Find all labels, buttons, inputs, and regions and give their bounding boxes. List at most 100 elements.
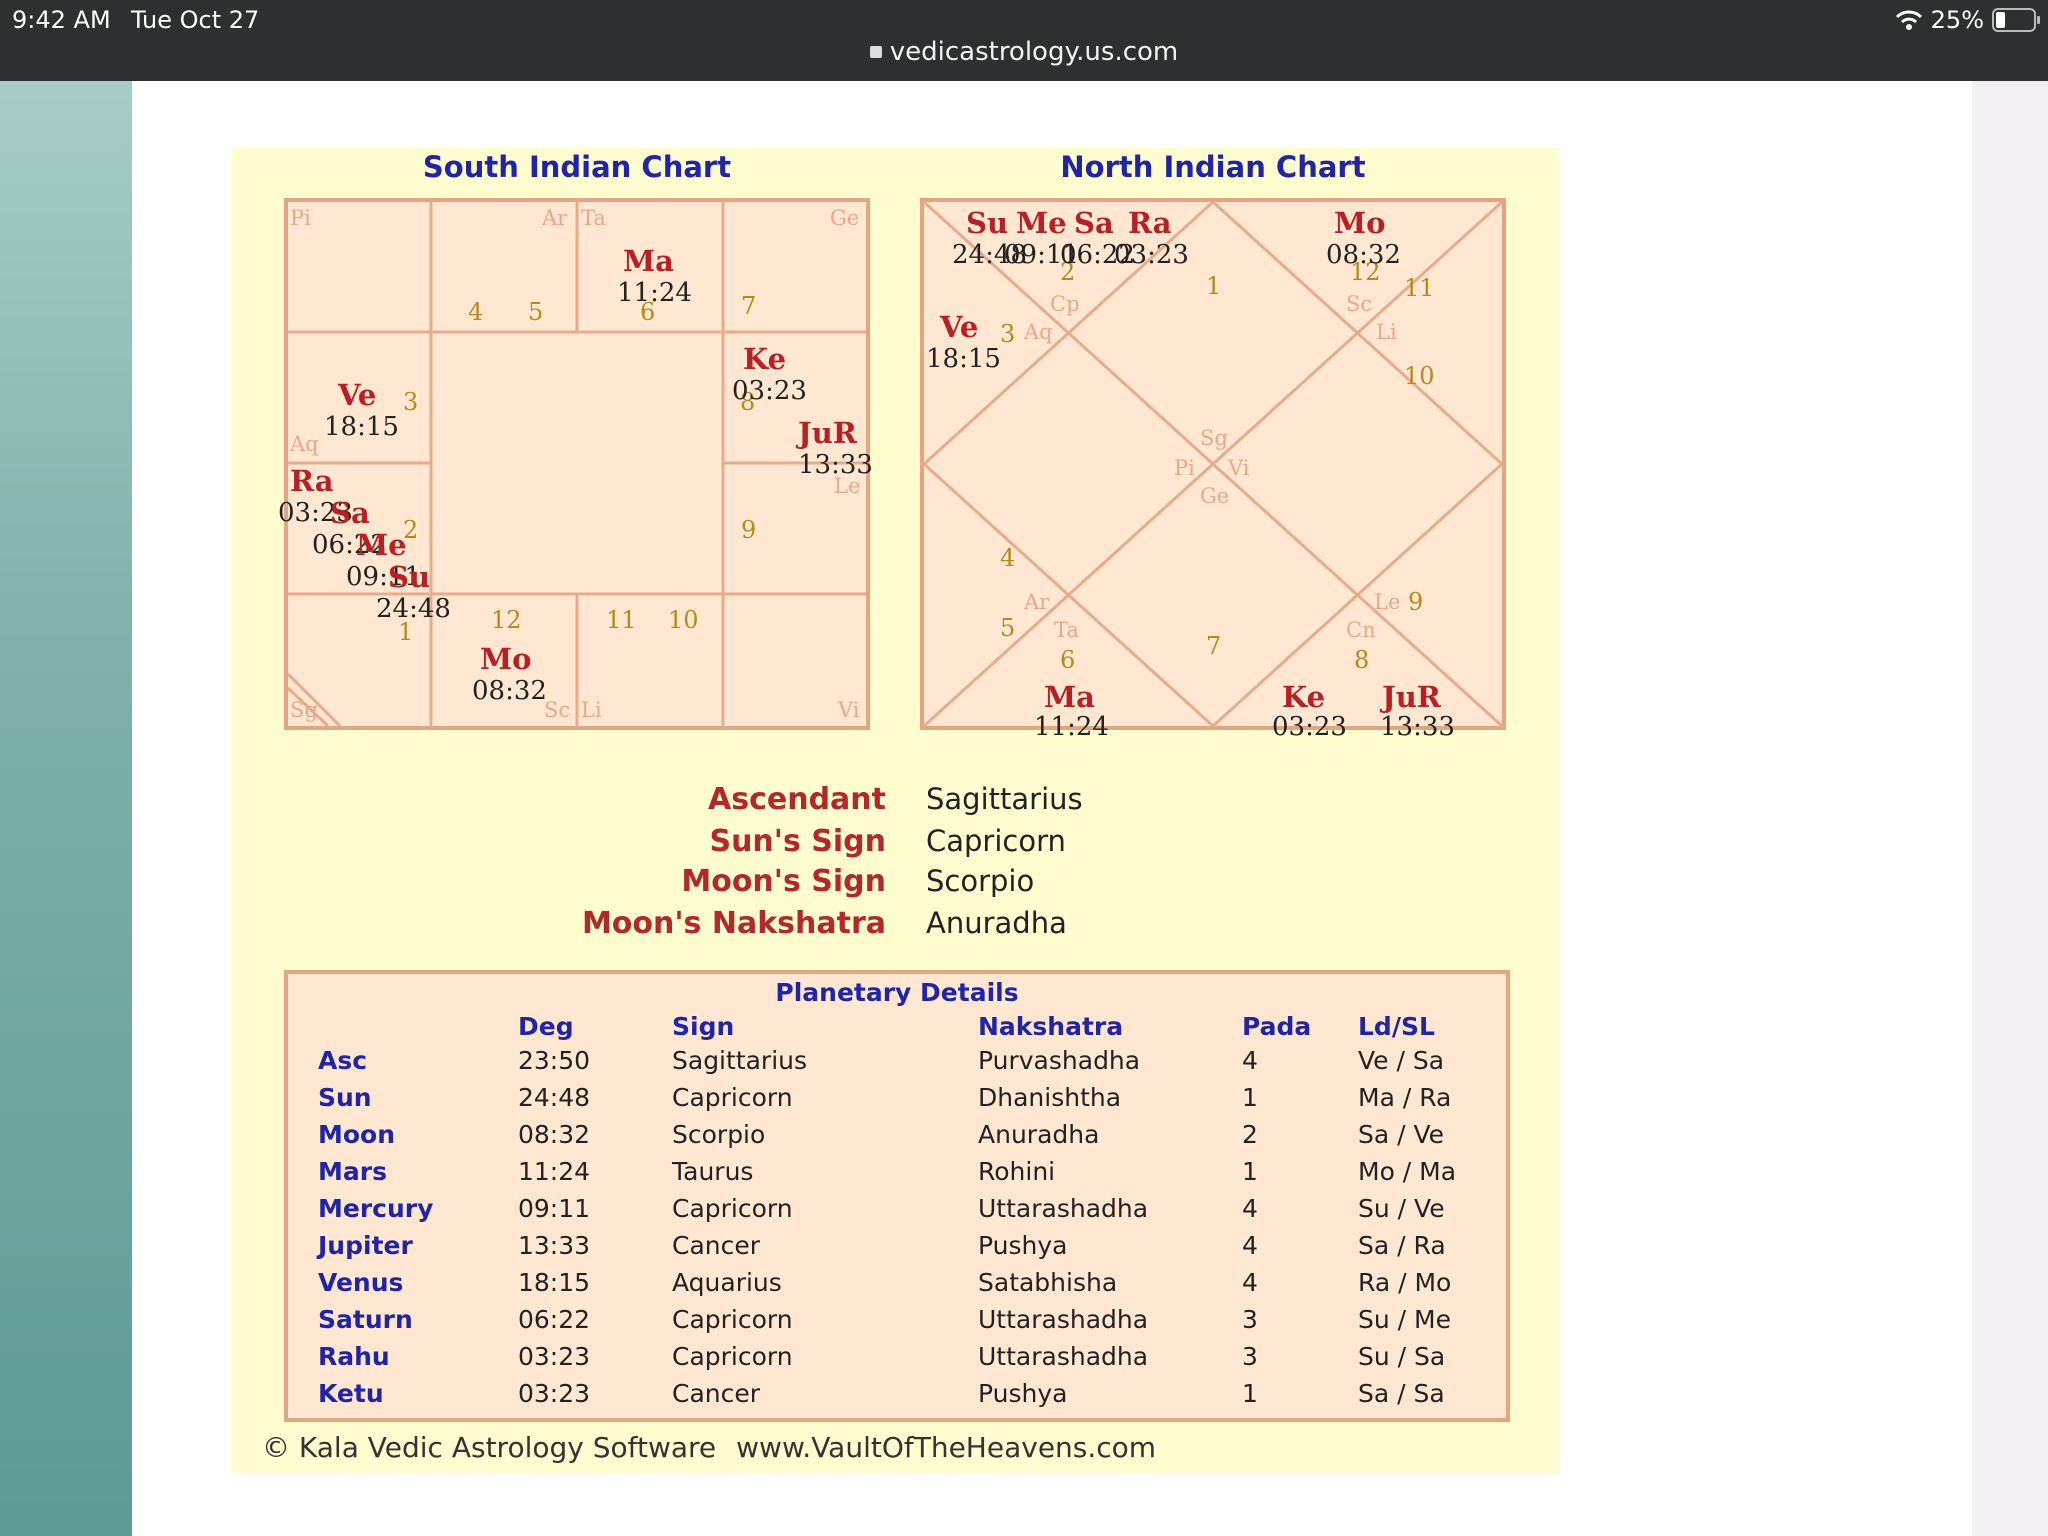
- lord-cell: Ra / Mo: [1358, 1268, 1452, 1297]
- planetary-details-table: Planetary Details Deg Sign Nakshatra Pad…: [284, 970, 1510, 1422]
- sign-cell: Capricorn: [672, 1083, 793, 1112]
- nakshatra-cell: Anuradha: [978, 1120, 1100, 1149]
- website-link[interactable]: www.VaultOfTheHeavens.com: [736, 1431, 1156, 1464]
- degree-cell: 03:23: [518, 1342, 591, 1371]
- sign-li: Li: [1376, 320, 1397, 344]
- sign-cell: Capricorn: [672, 1305, 793, 1334]
- sign-li: Li: [581, 698, 602, 722]
- lock-icon: [869, 46, 882, 58]
- nakshatra-cell: Pushya: [978, 1379, 1068, 1408]
- planet-degree: 13:33: [798, 450, 873, 480]
- planet-mercury: Me: [1016, 206, 1067, 240]
- pada-cell: 4: [1242, 1194, 1258, 1223]
- sign-cp: Cp: [1050, 292, 1080, 316]
- sign-vi: Vi: [1228, 456, 1250, 480]
- sign-le: Le: [1374, 590, 1401, 614]
- planet-degree: 18:15: [324, 412, 399, 442]
- south-indian-chart: Pi Ar Ta Ge Aq Le Sg Sc Li Vi 4 5 6 7 3 …: [278, 198, 873, 730]
- column-header-ld-sl: Ld/SL: [1358, 1012, 1435, 1041]
- sign-ta: Ta: [581, 206, 606, 230]
- house-number: 1: [1206, 272, 1222, 300]
- planet-name: Jupiter: [318, 1231, 413, 1260]
- nakshatra-cell: Rohini: [978, 1157, 1056, 1186]
- pada-cell: 2: [1242, 1120, 1258, 1149]
- address-bar[interactable]: vedicastrology.us.com: [0, 37, 2048, 67]
- nakshatra-cell: Uttarashadha: [978, 1342, 1149, 1371]
- lord-cell: Sa / Ve: [1358, 1120, 1445, 1149]
- nakshatra-cell: Dhanishtha: [978, 1083, 1122, 1112]
- planet-mars: Ma: [623, 244, 674, 278]
- moons-sign-label: Moon's Sign: [681, 864, 886, 899]
- house-number: 9: [1408, 588, 1424, 616]
- sign-cell: Sagittarius: [672, 1046, 808, 1075]
- planet-jupiter: JuR: [798, 416, 857, 450]
- planet-name: Mars: [318, 1157, 387, 1186]
- status-date: Tue Oct 27: [131, 6, 260, 34]
- planet-degree: 03:23: [1114, 240, 1189, 270]
- horoscope-report: South Indian Chart Pi Ar Ta Ge Aq Le Sg …: [232, 148, 1560, 1474]
- nakshatra-cell: Uttarashadha: [978, 1194, 1149, 1223]
- sign-cell: Cancer: [672, 1231, 761, 1260]
- house-number: 12: [491, 606, 522, 634]
- nakshatra-cell: Uttarashadha: [978, 1305, 1149, 1334]
- pada-cell: 4: [1242, 1268, 1258, 1297]
- house-number: 10: [1404, 362, 1435, 390]
- north-chart-title: North Indian Chart: [1060, 150, 1366, 184]
- sign-cell: Aquarius: [672, 1268, 782, 1297]
- lord-cell: Ma / Ra: [1358, 1083, 1452, 1112]
- ascendant-value: Sagittarius: [926, 782, 1083, 816]
- sign-sc: Sc: [1346, 292, 1373, 316]
- degree-cell: 06:22: [518, 1305, 591, 1334]
- planet-degree: 24:48: [376, 594, 451, 624]
- sign-vi: Vi: [838, 698, 860, 722]
- sign-ar: Ar: [542, 206, 568, 230]
- moons-nakshatra-label: Moon's Nakshatra: [581, 906, 886, 941]
- pada-cell: 4: [1242, 1046, 1258, 1075]
- lord-cell: Su / Me: [1358, 1305, 1451, 1334]
- degree-cell: 11:24: [518, 1157, 591, 1186]
- house-number: 9: [741, 516, 757, 544]
- pada-cell: 1: [1242, 1379, 1258, 1408]
- column-header-deg: Deg: [518, 1012, 574, 1041]
- planet-name: Saturn: [318, 1305, 413, 1334]
- table-row: Jupiter 13:33 Cancer Pushya 4 Sa / Ra: [288, 1231, 1506, 1268]
- planet-ketu: Ke: [1282, 680, 1326, 714]
- planet-degree: 18:15: [926, 344, 1001, 374]
- sign-sg: Sg: [290, 698, 318, 722]
- table-row: Rahu 03:23 Capricorn Uttarashadha 3 Su / Sa: [288, 1342, 1506, 1379]
- degree-cell: 23:50: [518, 1046, 591, 1075]
- status-indicators: 25%: [1895, 6, 2040, 34]
- footer: © Kala Vedic Astrology Software www.Vault…: [262, 1431, 1156, 1464]
- planet-rahu: Ra: [290, 464, 334, 498]
- south-chart-grid: [288, 202, 866, 726]
- sign-pi: Pi: [1174, 456, 1195, 480]
- table-row: Sun 24:48 Capricorn Dhanishtha 1 Ma / Ra: [288, 1083, 1506, 1120]
- planetary-details-title: Planetary Details: [775, 978, 1019, 1007]
- url-text: vedicastrology.us.com: [889, 37, 1179, 67]
- house-number: 8: [1354, 646, 1370, 674]
- wifi-icon: [1895, 10, 1922, 30]
- sign-cell: Capricorn: [672, 1194, 793, 1223]
- sign-ar: Ar: [1024, 590, 1050, 614]
- table-row: Ketu 03:23 Cancer Pushya 1 Sa / Sa: [288, 1379, 1506, 1416]
- background-strip-left: [0, 81, 132, 1536]
- planet-jupiter: JuR: [1382, 680, 1441, 714]
- ascendant-label: Ascendant: [708, 782, 886, 817]
- planet-name: Moon: [318, 1120, 396, 1149]
- sign-ge: Ge: [830, 206, 860, 230]
- sign-cell: Capricorn: [672, 1342, 793, 1371]
- degree-cell: 13:33: [518, 1231, 591, 1260]
- house-number: 10: [668, 606, 699, 634]
- house-number: 5: [528, 298, 544, 326]
- sign-aq: Aq: [1024, 320, 1053, 344]
- planet-venus: Ve: [338, 378, 377, 412]
- status-time: 9:42 AM: [12, 6, 111, 34]
- house-number: 7: [741, 292, 757, 320]
- planet-moon: Mo: [1334, 206, 1386, 240]
- suns-sign-label: Sun's Sign: [709, 824, 886, 859]
- table-row: Saturn 06:22 Capricorn Uttarashadha 3 Su / Me: [288, 1305, 1506, 1342]
- planet-sun: Su: [966, 206, 1009, 240]
- planet-mars: Ma: [1044, 680, 1095, 714]
- sign-sg: Sg: [1200, 426, 1228, 450]
- planet-degree: 03:23: [1272, 712, 1347, 742]
